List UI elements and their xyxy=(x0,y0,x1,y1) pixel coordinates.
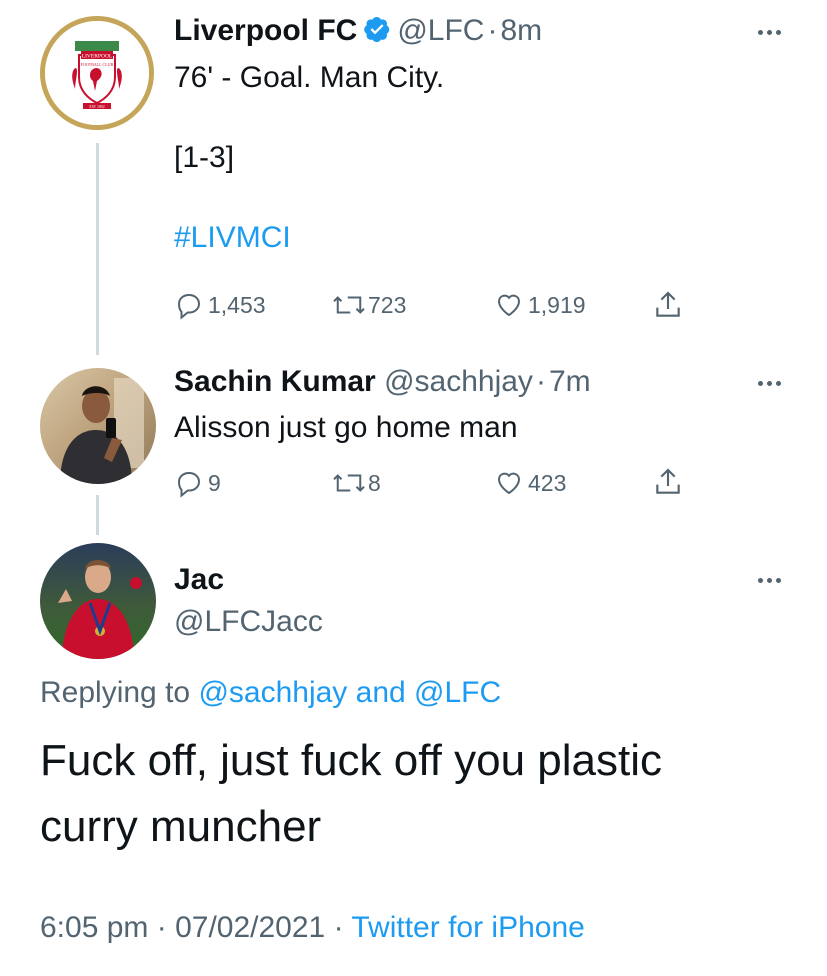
retweet-count: 8 xyxy=(368,469,381,496)
separator: · xyxy=(487,14,498,47)
like-icon xyxy=(497,472,521,495)
share-button[interactable] xyxy=(652,466,684,498)
lfc-crest-icon: LIVERPOOL FOOTBALL CLUB EST 1892 xyxy=(45,21,149,125)
thread-line xyxy=(96,495,99,535)
hashtag-link[interactable]: #LIVMCI xyxy=(174,218,444,258)
retweet-icon xyxy=(333,474,365,492)
tweet2-text: Alisson just go home man xyxy=(174,411,518,444)
user-photo-icon xyxy=(58,560,142,659)
svg-text:LIVERPOOL: LIVERPOOL xyxy=(82,54,113,60)
reply-icon xyxy=(177,471,201,498)
lfc-avatar[interactable]: LIVERPOOL FOOTBALL CLUB EST 1892 xyxy=(40,16,154,130)
tweet1-header: Liverpool FC @LFC · 8m xyxy=(174,12,542,53)
tweet-line: [1-3] xyxy=(174,141,235,174)
separator: · xyxy=(333,911,344,944)
retweet-icon xyxy=(333,296,365,314)
more-icon[interactable] xyxy=(753,373,785,393)
reply-count: 9 xyxy=(208,469,221,496)
author-handle[interactable]: @sachhjay xyxy=(384,365,533,398)
retweet-button[interactable]: 8 xyxy=(330,468,381,498)
reply-icon xyxy=(177,293,201,320)
tweet1-text: 76' - Goal. Man City. [1-3] #LIVMCI xyxy=(174,58,444,258)
more-icon[interactable] xyxy=(753,22,785,42)
share-button[interactable] xyxy=(652,289,684,321)
more-icon[interactable] xyxy=(753,570,785,590)
tweet-line: Fuck off, just fuck off you plastic xyxy=(40,736,662,785)
author-name[interactable]: Jac xyxy=(174,561,224,599)
like-icon xyxy=(497,294,521,317)
jac-avatar[interactable] xyxy=(40,543,156,659)
tweet-line: curry muncher xyxy=(40,802,322,851)
share-icon xyxy=(656,468,680,494)
user-photo-icon xyxy=(60,378,144,484)
separator: · xyxy=(156,911,167,944)
source-link[interactable]: Twitter for iPhone xyxy=(351,911,584,944)
tweet3-text: Fuck off, just fuck off you plastic curr… xyxy=(40,728,662,860)
author-handle[interactable]: @LFC xyxy=(397,14,484,47)
like-button[interactable]: 1,919 xyxy=(494,290,586,320)
post-date[interactable]: 07/02/2021 xyxy=(175,911,325,944)
svg-text:EST 1892: EST 1892 xyxy=(89,105,104,109)
reply-button[interactable]: 1,453 xyxy=(174,290,266,320)
reply-count: 1,453 xyxy=(208,291,266,318)
tweet2-header: Sachin Kumar @sachhjay · 7m xyxy=(174,362,591,402)
author-name[interactable]: Sachin Kumar xyxy=(174,365,376,398)
share-icon xyxy=(656,291,680,317)
replying-prefix: Replying to xyxy=(40,676,191,709)
like-count: 1,919 xyxy=(528,291,586,318)
reply-button[interactable]: 9 xyxy=(174,468,221,498)
like-button[interactable]: 423 xyxy=(494,468,566,498)
author-handle[interactable]: @LFCJacc xyxy=(174,603,323,641)
retweet-count: 723 xyxy=(368,291,407,318)
svg-text:FOOTBALL CLUB: FOOTBALL CLUB xyxy=(81,62,114,67)
post-time[interactable]: 6:05 pm xyxy=(40,911,148,944)
verified-badge-icon xyxy=(363,15,391,53)
tweet-line: 76' - Goal. Man City. xyxy=(174,61,445,94)
replying-to: Replying to @sachhjay and @LFC xyxy=(40,673,501,713)
mention-link[interactable]: @sachhjay xyxy=(198,676,347,709)
timestamp[interactable]: 7m xyxy=(549,365,591,398)
author-name[interactable]: Liverpool FC xyxy=(174,14,357,47)
tweet-meta: 6:05 pm · 07/02/2021 · Twitter for iPhon… xyxy=(40,908,585,948)
separator: · xyxy=(535,365,546,398)
like-count: 423 xyxy=(528,469,567,496)
timestamp[interactable]: 8m xyxy=(500,14,542,47)
mention-and: and xyxy=(355,676,406,709)
retweet-button[interactable]: 723 xyxy=(330,290,406,320)
mention-link[interactable]: @LFC xyxy=(414,676,501,709)
sachin-avatar[interactable] xyxy=(40,368,156,484)
thread-line xyxy=(96,143,99,355)
